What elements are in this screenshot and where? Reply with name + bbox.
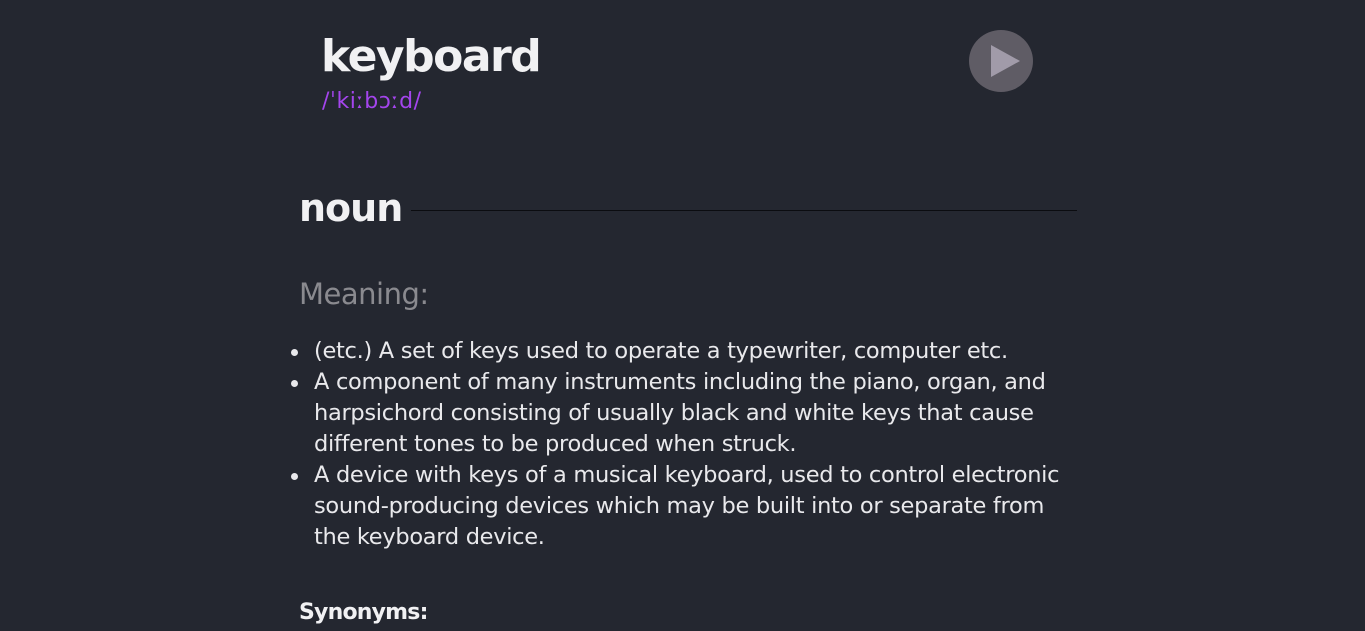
part-of-speech: noun xyxy=(299,186,403,230)
part-of-speech-row: noun xyxy=(299,184,1077,234)
definition-item: A component of many instruments includin… xyxy=(291,367,1084,460)
meaning-heading: Meaning: xyxy=(299,277,429,311)
play-pronunciation-button[interactable] xyxy=(969,30,1033,92)
synonyms-label: Synonyms: xyxy=(299,600,428,625)
definition-item: (etc.) A set of keys used to operate a t… xyxy=(291,336,1084,367)
divider-line xyxy=(411,210,1077,211)
play-icon xyxy=(991,45,1020,77)
word-title: keyboard xyxy=(321,31,542,82)
definition-item: A device with keys of a musical keyboard… xyxy=(291,460,1084,553)
phonetic-text: /ˈkiːbɔːd/ xyxy=(322,89,422,114)
definition-list: (etc.) A set of keys used to operate a t… xyxy=(291,336,1084,553)
dictionary-page: keyboard /ˈkiːbɔːd/ noun Meaning: (etc.)… xyxy=(0,0,1365,631)
